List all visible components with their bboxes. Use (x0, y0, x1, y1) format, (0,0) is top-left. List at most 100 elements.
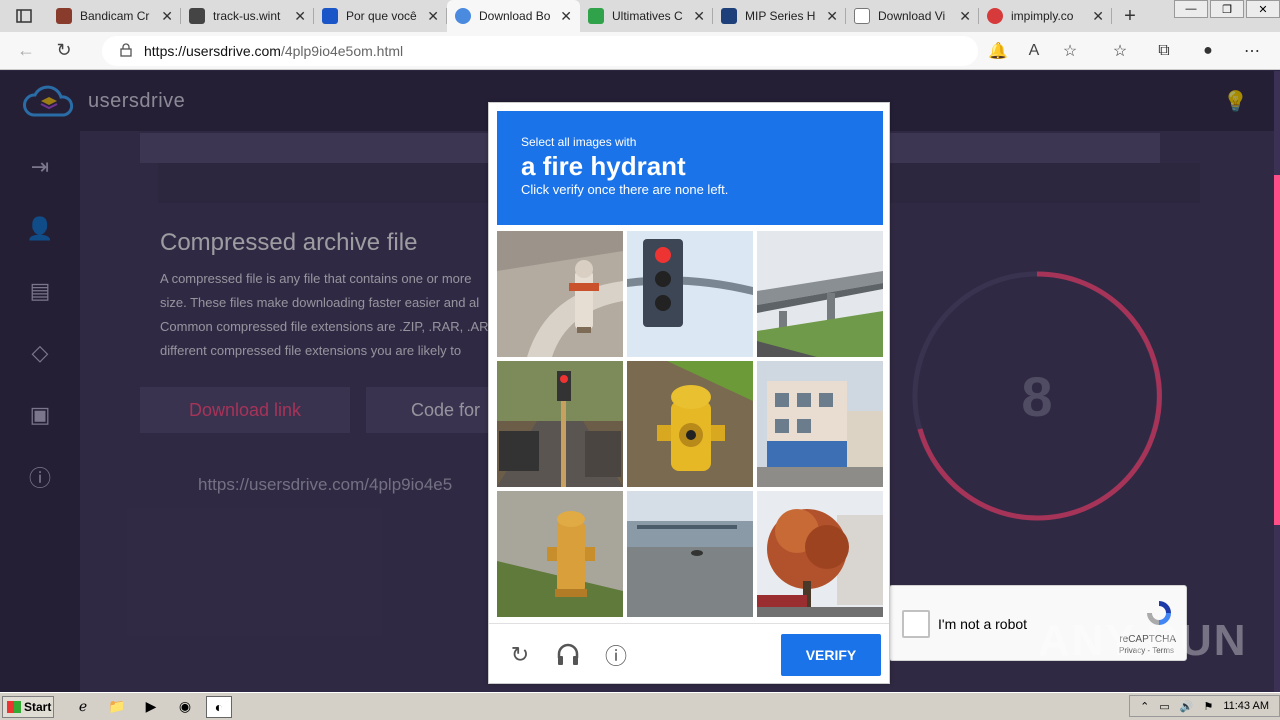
profile-avatar[interactable]: ● (1186, 36, 1230, 66)
close-window-icon[interactable]: ✕ (1246, 0, 1280, 18)
tab-5[interactable]: MIP Series H ✕ (713, 0, 846, 32)
image-tile-yellow-hydrant-grass[interactable] (497, 491, 623, 617)
url-path: /4plp9io4e5om.html (280, 43, 404, 59)
tab-4[interactable]: Ultimatives C ✕ (580, 0, 713, 32)
add-user-icon[interactable]: 👤 (26, 215, 54, 243)
tab-label: Download Vi (878, 9, 946, 23)
code-for-button[interactable]: Code for (366, 387, 496, 433)
usersdrive-logo-icon (23, 85, 74, 117)
tab-close-icon[interactable]: ✕ (959, 8, 971, 25)
countdown-number: 8 (1021, 364, 1053, 428)
tab-0[interactable]: Bandicam Cr ✕ (48, 0, 181, 32)
download-url-text[interactable]: https://usersdrive.com/4plp9io4e5 (198, 475, 498, 495)
read-aloud-icon[interactable]: A (1016, 36, 1052, 66)
tab-close-icon[interactable]: ✕ (826, 8, 838, 25)
challenge-instruction: Select all images with (521, 135, 637, 149)
image-tile-hydrant-sidewalk[interactable] (497, 231, 623, 357)
tab-2[interactable]: Por que você ✕ (314, 0, 447, 32)
challenge-subtext: Click verify once there are none left. (521, 182, 729, 197)
back-button[interactable]: ← (10, 35, 42, 67)
money-icon[interactable]: ▣ (26, 401, 54, 429)
taskbar: Start ℯ 📁 ▶ ◉ ◐ ⌃ ▭ 🔊 ⚑ 11:43 AM (0, 692, 1280, 720)
recaptcha-challenge: Select all images with a fire hydrant Cl… (488, 102, 890, 684)
premium-diamond-icon[interactable]: ◇ (26, 339, 54, 367)
download-link-button[interactable]: Download link (140, 387, 350, 433)
lightbulb-icon[interactable]: 💡 (1223, 89, 1248, 114)
volume-icon[interactable]: 🔊 (1180, 700, 1194, 713)
tab-label: impimply.co (1011, 9, 1074, 23)
page-scrollbar[interactable] (1274, 71, 1280, 692)
notification-blocked-icon[interactable]: 🔔 (980, 36, 1016, 66)
url-host: https://usersdrive.com (144, 43, 281, 59)
info-icon[interactable]: ⓘ (26, 463, 54, 491)
tab-close-icon[interactable]: ✕ (294, 8, 306, 25)
image-tile-highway-overpass[interactable] (757, 231, 883, 357)
favicon-icon (189, 8, 205, 24)
edge-icon[interactable]: ◐ (206, 695, 232, 718)
sidebar: ⇥ 👤 ▤ ◇ ▣ ⓘ (0, 131, 80, 692)
media-player-icon[interactable]: ▶ (138, 696, 164, 718)
favicon-icon (854, 8, 870, 24)
image-tile-tree-house[interactable] (757, 491, 883, 617)
section-title: Compressed archive file (160, 229, 418, 256)
tab-close-icon[interactable]: ✕ (560, 8, 572, 25)
tab-close-icon[interactable]: ✕ (693, 8, 705, 25)
tab-close-icon[interactable]: ✕ (161, 8, 173, 25)
image-tile-yellow-hydrant[interactable] (627, 361, 753, 487)
challenge-object: a fire hydrant (521, 151, 686, 181)
image-tile-building[interactable] (757, 361, 883, 487)
restore-icon[interactable]: ❐ (1210, 0, 1244, 18)
window-controls: — ❐ ✕ (1172, 0, 1280, 18)
clock[interactable]: 11:43 AM (1223, 700, 1269, 712)
tab-1[interactable]: track-us.wint ✕ (181, 0, 314, 32)
login-icon[interactable]: ⇥ (26, 153, 54, 181)
image-tile-parking-lot[interactable] (627, 491, 753, 617)
new-tab-button[interactable]: + (1112, 0, 1148, 32)
favicon-icon (322, 8, 338, 24)
image-tile-traffic-light[interactable] (627, 231, 753, 357)
network-icon[interactable]: ▭ (1159, 700, 1169, 713)
tab-actions-menu-button[interactable] (0, 0, 48, 32)
tab-label: MIP Series H (745, 9, 816, 23)
tray-expand-icon[interactable]: ⌃ (1140, 700, 1149, 713)
tab-label: Download Bo (479, 9, 551, 23)
tab-6[interactable]: Download Vi ✕ (846, 0, 979, 32)
refresh-button[interactable]: ↻ (48, 35, 80, 67)
reload-challenge-icon[interactable]: ↻ (505, 640, 535, 670)
description-line: different compressed file extensions you… (160, 343, 462, 358)
favicon-icon (987, 8, 1003, 24)
site-name[interactable]: usersdrive (88, 90, 185, 113)
help-info-icon[interactable]: ⓘ (601, 640, 631, 670)
description-line: size. These files make downloading faste… (160, 295, 480, 310)
tab-3[interactable]: Download Bo ✕ (447, 0, 580, 32)
add-favorite-icon[interactable]: ☆ (1052, 36, 1088, 66)
favicon-icon (455, 8, 471, 24)
section-description: A compressed file is any file that conta… (160, 267, 490, 363)
url-input[interactable]: https://usersdrive.com/4plp9io4e5om.html (102, 36, 978, 66)
start-button[interactable]: Start (2, 695, 54, 718)
challenge-image-grid (497, 231, 885, 619)
not-a-robot-checkbox[interactable] (902, 610, 930, 638)
minimize-icon[interactable]: — (1174, 0, 1208, 18)
challenge-footer: ↻ ⓘ VERIFY (489, 623, 889, 683)
favorites-icon[interactable]: ☆ (1098, 36, 1142, 66)
tab-close-icon[interactable]: ✕ (1092, 8, 1104, 25)
image-tile-street-traffic-light[interactable] (497, 361, 623, 487)
internet-explorer-icon[interactable]: ℯ (70, 696, 96, 718)
tab-label: Bandicam Cr (80, 9, 150, 23)
verify-button[interactable]: VERIFY (781, 634, 881, 676)
action-center-flag-icon[interactable]: ⚑ (1203, 700, 1213, 713)
tab-strip: Bandicam Cr ✕ track-us.wint ✕ Por que você… (0, 0, 1280, 32)
address-bar: ← ↻ https://usersdrive.com/4plp9io4e5om.… (0, 32, 1280, 70)
tab-7[interactable]: impimply.co ✕ (979, 0, 1112, 32)
chrome-icon[interactable]: ◉ (172, 696, 198, 718)
favicon-icon (588, 8, 604, 24)
tab-close-icon[interactable]: ✕ (427, 8, 439, 25)
tab-label: Ultimatives C (612, 9, 683, 23)
news-icon[interactable]: ▤ (26, 277, 54, 305)
file-explorer-icon[interactable]: 📁 (104, 696, 130, 718)
collections-icon[interactable]: ⧉ (1142, 36, 1186, 66)
settings-menu-icon[interactable]: ⋯ (1230, 36, 1274, 66)
scrollbar-thumb[interactable] (1274, 175, 1280, 525)
audio-challenge-icon[interactable] (553, 640, 583, 670)
